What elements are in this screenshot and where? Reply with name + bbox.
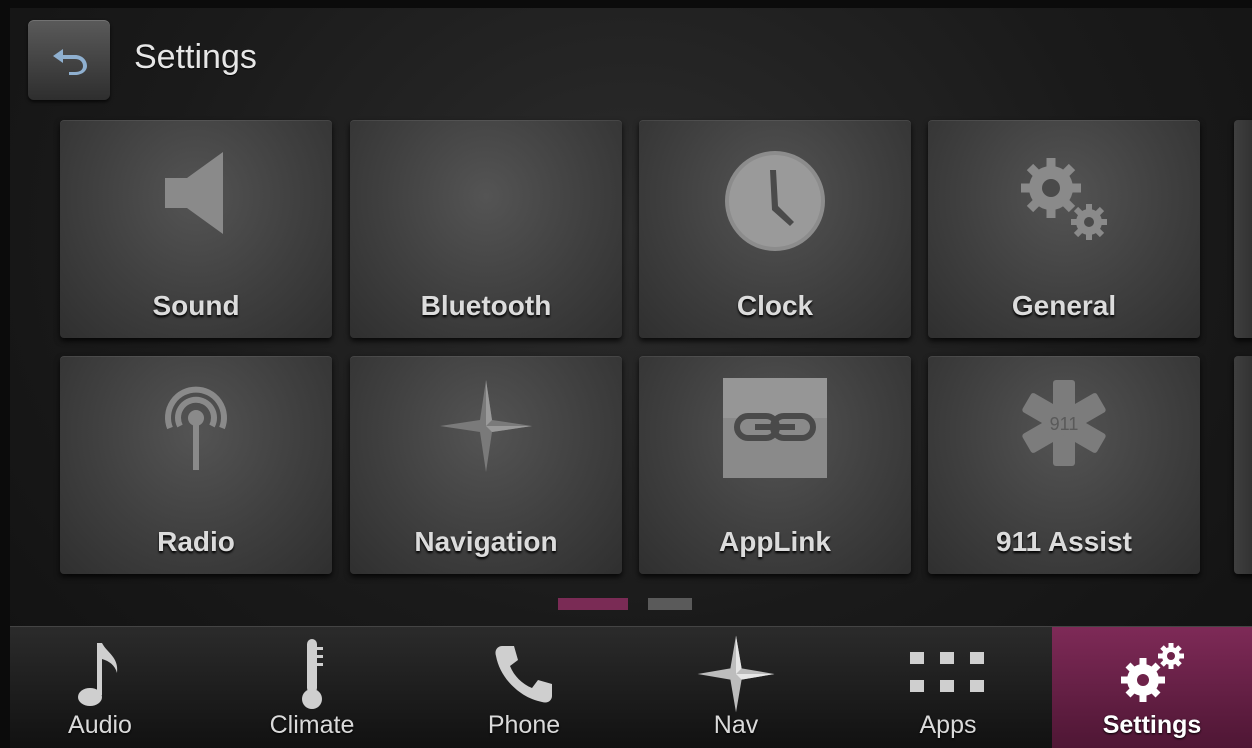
tile-clock[interactable]: Clock	[639, 120, 911, 338]
tile-label: Sound	[152, 290, 240, 321]
tile-partial-next-page[interactable]	[1234, 120, 1252, 338]
tile-general[interactable]: General	[928, 120, 1200, 338]
thermometer-icon	[302, 639, 323, 709]
nav-label: Climate	[269, 711, 355, 739]
grid-icon	[910, 652, 984, 692]
speaker-icon	[165, 152, 223, 234]
back-button[interactable]	[28, 20, 110, 100]
nav-audio[interactable]: Audio	[10, 627, 190, 748]
tile-sound[interactable]: Sound	[60, 120, 332, 338]
settings-screen: Settings Sound Bluetooth Clock General R…	[10, 8, 1252, 748]
gears-icon	[1021, 158, 1107, 240]
compass-star-icon	[440, 380, 532, 472]
nav-phone[interactable]: Phone	[434, 627, 614, 748]
music-note-icon	[78, 643, 118, 706]
compass-star-icon	[697, 635, 775, 713]
page-title: Settings	[134, 38, 257, 76]
nav-nav[interactable]: Nav	[646, 627, 826, 748]
tile-label: General	[1011, 290, 1117, 321]
back-arrow-icon	[53, 49, 87, 75]
tile-label: Navigation	[414, 526, 558, 557]
911-badge-text: 911	[1050, 414, 1079, 434]
tile-label: 911 Assist	[996, 526, 1132, 557]
gears-icon	[1121, 643, 1184, 702]
tile-applink[interactable]: AppLink	[639, 356, 911, 574]
nav-label: Audio	[68, 711, 132, 739]
tile-label: AppLink	[719, 526, 831, 557]
nav-label: Settings	[1102, 711, 1202, 739]
nav-label: Apps	[919, 711, 977, 739]
page-indicator-inactive[interactable]	[648, 598, 692, 610]
nav-apps[interactable]: Apps	[858, 627, 1038, 748]
nav-label: Nav	[713, 711, 759, 739]
radio-antenna-icon	[165, 386, 227, 470]
bluetooth-icon	[451, 148, 521, 238]
tile-label: Radio	[157, 526, 235, 557]
nav-label: Phone	[487, 711, 561, 739]
tile-radio[interactable]: Radio	[60, 356, 332, 574]
phone-handset-icon	[495, 646, 552, 703]
nav-climate[interactable]: Climate	[222, 627, 402, 748]
clock-icon	[725, 151, 825, 251]
tile-label: Clock	[736, 290, 814, 321]
tile-911-assist[interactable]: 911 911 Assist	[928, 356, 1200, 574]
tile-navigation[interactable]: Navigation	[350, 356, 622, 574]
link-icon	[723, 378, 827, 478]
tile-label: Bluetooth	[420, 290, 552, 321]
star-of-life-911-icon: 911	[1022, 380, 1106, 466]
bottom-nav-bar: Audio Climate Phone Nav Apps Settings	[10, 626, 1252, 748]
tile-bluetooth[interactable]: Bluetooth	[350, 120, 622, 338]
page-indicator-active[interactable]	[558, 598, 628, 610]
tile-partial-next-page[interactable]	[1234, 356, 1252, 574]
nav-settings[interactable]: Settings	[1052, 627, 1252, 748]
